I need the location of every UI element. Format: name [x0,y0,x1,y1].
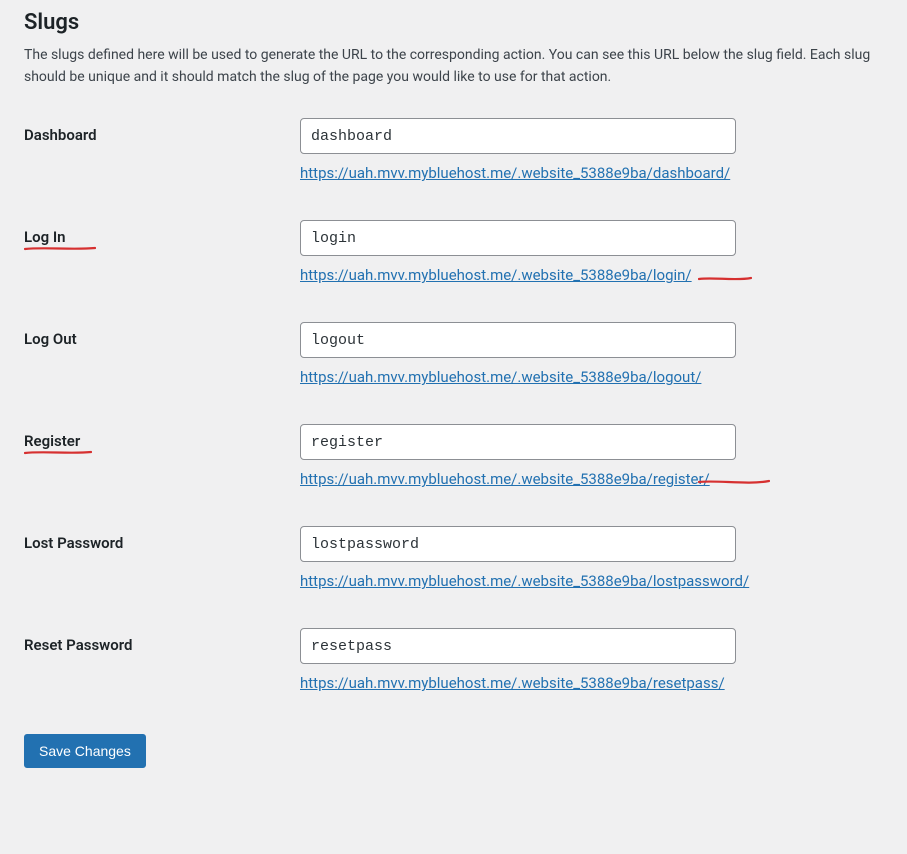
link-login-url[interactable]: https://uah.mvv.mybluehost.me/.website_5… [300,266,692,284]
row-dashboard: Dashboard https://uah.mvv.mybluehost.me/… [24,118,907,182]
input-resetpass-slug[interactable] [300,628,736,664]
annotation-underline-icon [24,450,92,456]
link-logout-url[interactable]: https://uah.mvv.mybluehost.me/.website_5… [300,368,701,386]
label-register: Register [24,424,300,452]
section-title: Slugs [24,10,907,35]
save-changes-button[interactable]: Save Changes [24,734,146,768]
link-lostpassword-url[interactable]: https://uah.mvv.mybluehost.me/.website_5… [300,572,749,590]
link-register-url[interactable]: https://uah.mvv.mybluehost.me/.website_5… [300,470,710,488]
label-lostpassword: Lost Password [24,526,300,554]
field-register: https://uah.mvv.mybluehost.me/.website_5… [300,424,907,488]
input-register-slug[interactable] [300,424,736,460]
input-logout-slug[interactable] [300,322,736,358]
field-login: https://uah.mvv.mybluehost.me/.website_5… [300,220,907,284]
slugs-settings-panel: Slugs The slugs defined here will be use… [0,0,907,788]
input-lostpassword-slug[interactable] [300,526,736,562]
annotation-underline-icon [24,246,96,252]
label-logout: Log Out [24,322,300,350]
input-login-slug[interactable] [300,220,736,256]
field-lostpassword: https://uah.mvv.mybluehost.me/.website_5… [300,526,907,590]
label-login-text: Log In [24,228,66,246]
row-login: Log In https://uah.mvv.mybluehost.me/.we… [24,220,907,284]
section-description: The slugs defined here will be used to g… [24,45,904,88]
annotation-underline-icon [698,276,752,282]
row-logout: Log Out https://uah.mvv.mybluehost.me/.w… [24,322,907,386]
label-resetpass: Reset Password [24,628,300,656]
row-lostpassword: Lost Password https://uah.mvv.mybluehost… [24,526,907,590]
row-register: Register https://uah.mvv.mybluehost.me/.… [24,424,907,488]
field-resetpass: https://uah.mvv.mybluehost.me/.website_5… [300,628,907,692]
label-login: Log In [24,220,300,248]
field-logout: https://uah.mvv.mybluehost.me/.website_5… [300,322,907,386]
link-dashboard-url[interactable]: https://uah.mvv.mybluehost.me/.website_5… [300,164,730,182]
label-dashboard: Dashboard [24,118,300,146]
field-dashboard: https://uah.mvv.mybluehost.me/.website_5… [300,118,907,182]
link-resetpass-url[interactable]: https://uah.mvv.mybluehost.me/.website_5… [300,674,725,692]
label-register-text: Register [24,432,80,450]
input-dashboard-slug[interactable] [300,118,736,154]
row-resetpass: Reset Password https://uah.mvv.mybluehos… [24,628,907,692]
